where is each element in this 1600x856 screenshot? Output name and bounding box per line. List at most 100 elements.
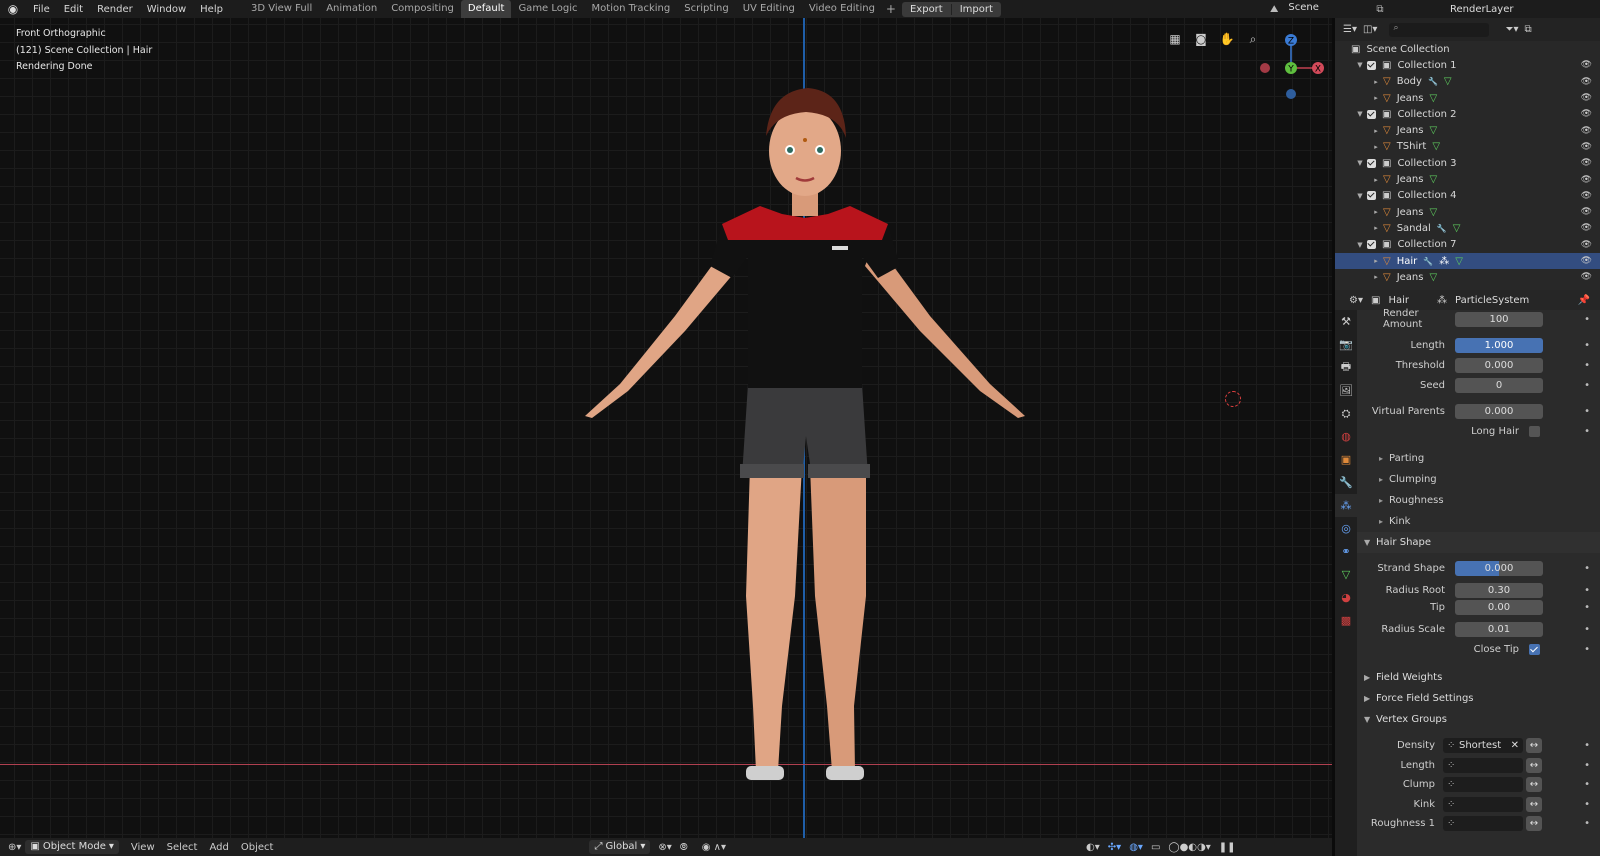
mesh-data-icon[interactable]: ▽ — [1429, 125, 1437, 136]
pan-hand-icon[interactable]: ✋ — [1218, 30, 1236, 48]
expand-arrow-icon[interactable]: ▼ — [1353, 241, 1367, 249]
tab-video-editing[interactable]: Video Editing — [802, 0, 882, 18]
tab-animation[interactable]: Animation — [319, 0, 384, 18]
vertex-group-field[interactable] — [1443, 757, 1523, 773]
constraints-tab-icon[interactable]: ⚭ — [1335, 540, 1357, 563]
gizmo-toggle-icon[interactable]: ✣▾ — [1108, 842, 1121, 853]
overlay-toggle-icon[interactable]: ◍▾ — [1129, 842, 1143, 853]
length-field[interactable]: 1.000 — [1455, 337, 1543, 353]
particle-icon[interactable]: ⁂ — [1439, 256, 1449, 267]
child-arrow-icon[interactable]: ▸ — [1369, 257, 1383, 265]
threshold-field[interactable]: 0.000 — [1455, 357, 1543, 373]
virtual-parents-field[interactable]: 0.000 — [1455, 403, 1543, 419]
eye-icon[interactable]: 👁 — [1581, 240, 1592, 250]
eye-icon[interactable]: 👁 — [1581, 207, 1592, 217]
child-arrow-icon[interactable]: ▸ — [1369, 127, 1383, 135]
scene-selector[interactable]: ⛰ Scene ⧉ — [1270, 0, 1384, 18]
grid-toggle-icon[interactable]: ▦ — [1166, 30, 1184, 48]
pivot-icon[interactable]: ⊗▾ — [658, 842, 671, 853]
navigation-gizmo[interactable]: Z Y X — [1254, 26, 1334, 106]
vertex-group-field[interactable] — [1443, 816, 1523, 831]
texture-tab-icon[interactable]: ▩ — [1335, 609, 1357, 632]
filter-icon[interactable]: ⏷▾ — [1505, 24, 1518, 35]
mesh-data-icon[interactable]: ▽ — [1453, 223, 1461, 234]
object-row[interactable]: ▸ ▽ Sandal 🔧 ▽ 👁 — [1335, 220, 1600, 236]
invert-toggle-icon[interactable]: ↔ — [1526, 816, 1542, 831]
strand-shape-field[interactable]: 0.000 — [1455, 560, 1543, 576]
child-arrow-icon[interactable]: ▸ — [1369, 224, 1383, 232]
eye-icon[interactable]: 👁 — [1581, 158, 1592, 168]
keyframe-dot-icon[interactable]: • — [1584, 360, 1590, 371]
material-tab-icon[interactable]: ◕ — [1335, 586, 1357, 609]
menu-item-help[interactable]: Help — [193, 4, 230, 15]
modifier-icon[interactable]: 🔧 — [1428, 77, 1438, 86]
physics-tab-icon[interactable]: ◎ — [1335, 517, 1357, 540]
data-tab-icon[interactable]: ▽ — [1335, 563, 1357, 586]
invert-toggle-icon[interactable]: ↔ — [1526, 738, 1542, 753]
world-tab-icon[interactable]: ◍ — [1335, 425, 1357, 448]
view-layer-tab-icon[interactable]: 🖼 — [1335, 379, 1357, 402]
exclude-checkbox[interactable] — [1367, 240, 1376, 250]
tab-3d-view-full[interactable]: 3D View Full — [244, 0, 319, 18]
vertex-group-field[interactable] — [1443, 796, 1523, 812]
new-scene-icon[interactable]: ⧉ — [1376, 4, 1383, 15]
field-weights-panel-header[interactable]: ▶ Field Weights — [1357, 667, 1600, 688]
viewport-menu-object[interactable]: Object — [235, 842, 280, 853]
tab-compositing[interactable]: Compositing — [384, 0, 461, 18]
invert-toggle-icon[interactable]: ↔ — [1526, 777, 1542, 792]
tab-motion-tracking[interactable]: Motion Tracking — [585, 0, 678, 18]
expand-arrow-icon[interactable]: ▼ — [1353, 192, 1367, 200]
particles-tab-icon[interactable]: ⁂ — [1335, 494, 1357, 517]
subpanel-kink[interactable]: Kink — [1357, 511, 1600, 531]
subpanel-clumping[interactable]: Clumping — [1357, 469, 1600, 489]
force-field-panel-header[interactable]: ▶ Force Field Settings — [1357, 688, 1600, 709]
expand-arrow-icon[interactable]: ▼ — [1353, 61, 1367, 69]
keyframe-dot-icon[interactable]: • — [1584, 406, 1590, 417]
editor-type-icon[interactable]: ⊕▾ — [8, 842, 21, 853]
vertex-group-field[interactable]: Shortest ✕ — [1443, 738, 1523, 753]
eye-icon[interactable]: 👁 — [1581, 142, 1592, 152]
keyframe-dot-icon[interactable]: • — [1584, 624, 1590, 635]
tool-tab-icon[interactable]: ⚒ — [1335, 310, 1357, 333]
eye-icon[interactable]: 👁 — [1581, 256, 1592, 266]
eye-icon[interactable]: 👁 — [1581, 175, 1592, 185]
mesh-data-icon[interactable]: ▽ — [1432, 141, 1440, 152]
collection-row[interactable]: ▼ ▣ Collection 2 👁 — [1335, 106, 1600, 122]
scene-tab-icon[interactable]: ⛭ — [1335, 402, 1357, 425]
viewport-menu-select[interactable]: Select — [161, 842, 204, 853]
gizmo-neg-z-icon[interactable] — [1286, 89, 1296, 99]
object-row[interactable]: ▸ ▽ Body 🔧 ▽ 👁 — [1335, 74, 1600, 90]
object-row[interactable]: ▸ ▽ Jeans ▽ 👁 — [1335, 204, 1600, 220]
expand-arrow-icon[interactable]: ▼ — [1353, 110, 1367, 118]
eye-icon[interactable]: 👁 — [1581, 191, 1592, 201]
eye-icon[interactable]: 👁 — [1581, 60, 1592, 70]
tab-game-logic[interactable]: Game Logic — [511, 0, 584, 18]
shading-modes-icon[interactable]: ◯●◐◑▾ — [1168, 842, 1210, 853]
outliner-search-input[interactable]: ⌕ — [1389, 22, 1490, 37]
object-row[interactable]: ▸ ▽ Hair 🔧 ⁂ ▽ 👁 — [1335, 252, 1600, 270]
child-arrow-icon[interactable]: ▸ — [1369, 208, 1383, 216]
exclude-checkbox[interactable] — [1367, 109, 1376, 119]
keyframe-dot-icon[interactable]: • — [1584, 799, 1590, 810]
xray-icon[interactable]: ▭ — [1151, 842, 1160, 853]
object-row[interactable]: ▸ ▽ Jeans ▽ 👁 — [1335, 122, 1600, 138]
render-layer-name[interactable]: RenderLayer — [1450, 4, 1513, 15]
visibility-icon[interactable]: ◐▾ — [1086, 842, 1100, 853]
object-row[interactable]: ▸ ▽ Jeans ▽ 👁 — [1335, 171, 1600, 187]
keyframe-dot-icon[interactable]: • — [1584, 340, 1590, 351]
object-row[interactable]: ▸ ▽ Jeans ▽ 👁 — [1335, 269, 1600, 285]
invert-toggle-icon[interactable]: ↔ — [1526, 796, 1542, 812]
eye-icon[interactable]: 👁 — [1581, 272, 1592, 282]
modifier-icon[interactable]: 🔧 — [1437, 224, 1447, 233]
mesh-data-icon[interactable]: ▽ — [1429, 93, 1437, 104]
mesh-data-icon[interactable]: ▽ — [1429, 207, 1437, 218]
system-name[interactable]: ParticleSystem — [1455, 295, 1529, 306]
keyframe-dot-icon[interactable]: • — [1584, 585, 1590, 596]
3d-viewport[interactable]: Front Orthographic (121) Scene Collectio… — [0, 18, 1332, 838]
radius-root-field[interactable]: 0.30 — [1455, 582, 1543, 598]
proportional-edit-icon[interactable]: ◉ ∧▾ — [702, 842, 726, 853]
keyframe-dot-icon[interactable]: • — [1584, 740, 1590, 751]
blender-logo-icon[interactable]: ◉ — [0, 2, 26, 16]
child-arrow-icon[interactable]: ▸ — [1369, 143, 1383, 151]
child-arrow-icon[interactable]: ▸ — [1369, 273, 1383, 281]
